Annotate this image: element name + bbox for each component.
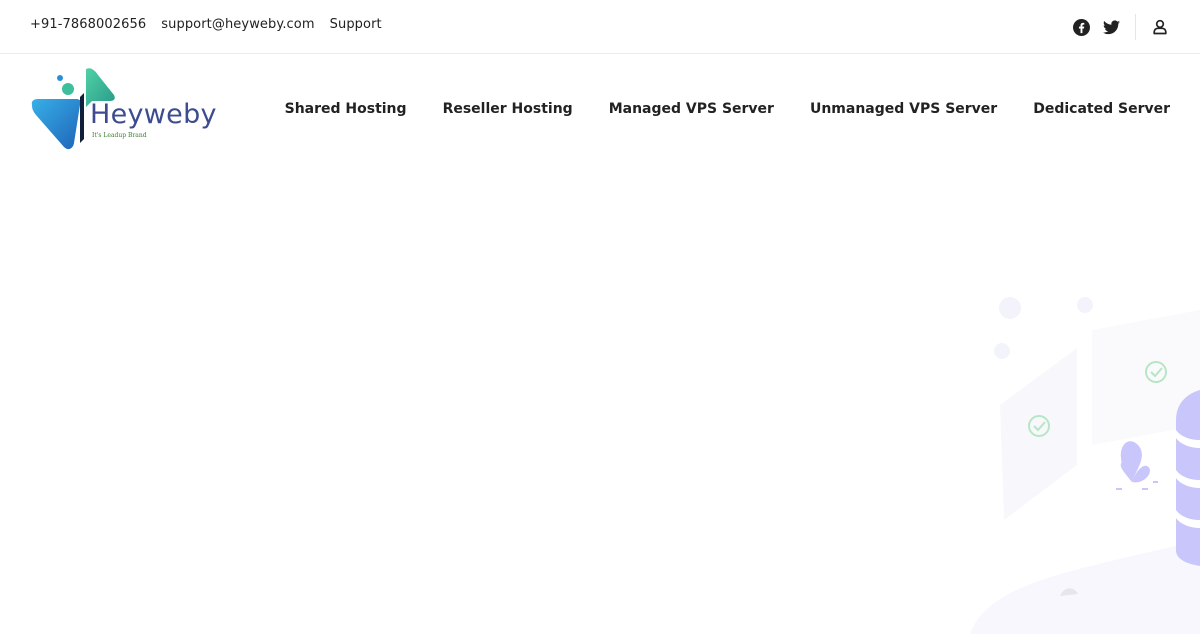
database-cylinder-icon [1176, 390, 1200, 566]
ground-shape [970, 540, 1200, 634]
decor-dot [999, 297, 1021, 319]
logo[interactable]: Heyweby It's Leadup Brand [30, 67, 217, 151]
phone-link[interactable]: +91-7868002656 [30, 17, 146, 32]
panel-left [1000, 348, 1077, 520]
logo-brand-text: Heyweby [90, 99, 217, 130]
nav-unmanaged-vps-server[interactable]: Unmanaged VPS Server [810, 101, 997, 117]
top-bar: +91-7868002656 support@heyweby.com Suppo… [0, 0, 1200, 54]
divider [1135, 14, 1136, 40]
facebook-icon[interactable] [1071, 17, 1091, 37]
decor-dot [1077, 297, 1093, 313]
nav-dedicated-server[interactable]: Dedicated Server [1033, 101, 1170, 117]
social-links [1061, 14, 1170, 40]
decor-dot [994, 343, 1010, 359]
nav-shared-hosting[interactable]: Shared Hosting [285, 101, 407, 117]
main-header: Heyweby It's Leadup Brand Shared Hosting… [0, 54, 1200, 164]
user-account-icon[interactable] [1150, 17, 1170, 37]
nav-managed-vps-server[interactable]: Managed VPS Server [609, 101, 774, 117]
main-nav: Shared Hosting Reseller Hosting Managed … [285, 101, 1170, 117]
email-link[interactable]: support@heyweby.com [161, 17, 314, 32]
hero-illustration [960, 280, 1200, 634]
support-link[interactable]: Support [330, 17, 382, 32]
logo-tagline: It's Leadup Brand [92, 132, 147, 139]
nav-reseller-hosting[interactable]: Reseller Hosting [443, 101, 573, 117]
twitter-icon[interactable] [1101, 17, 1121, 37]
plant-icon [1116, 441, 1158, 490]
contact-info: +91-7868002656 support@heyweby.com Suppo… [30, 17, 382, 32]
